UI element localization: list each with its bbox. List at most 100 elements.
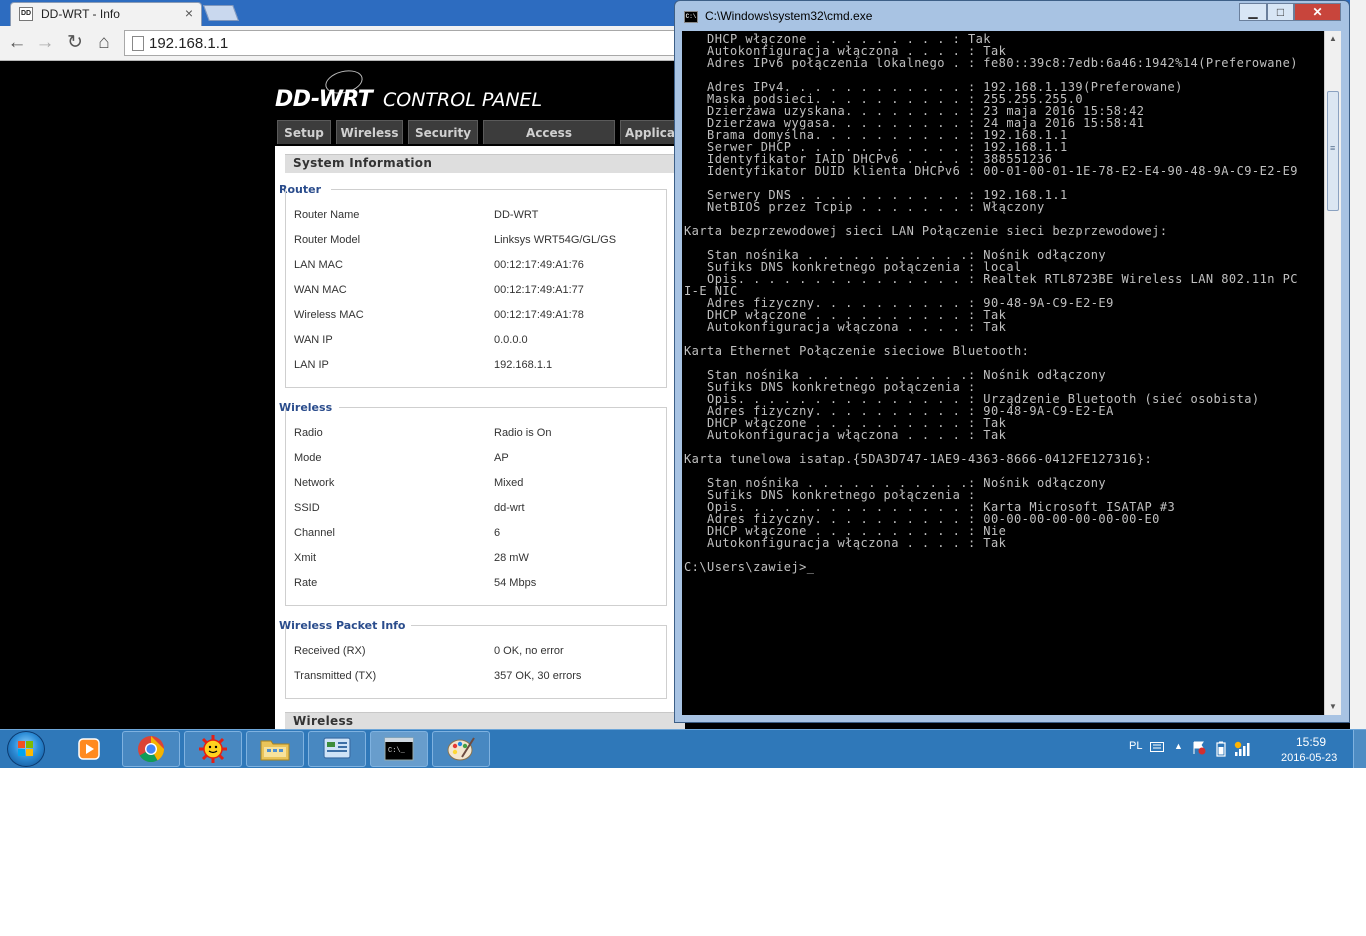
row-value: Radio is On — [494, 427, 552, 439]
console-line: Karta tunelowa isatap.{5DA3D747-1AE9-436… — [684, 452, 1153, 466]
console-line: Karta Ethernet Połączenie sieciowe Bluet… — [684, 344, 1030, 358]
row-value: 00:12:17:49:A1:76 — [494, 259, 584, 271]
console-line: C:\Users\zawiej>_ — [684, 560, 815, 574]
ddwrt-page: DD-WRT CONTROL PANEL Setup Wireless Secu… — [275, 61, 685, 746]
info-row: WAN MAC 00:12:17:49:A1:77 — [294, 284, 654, 300]
row-label: Wireless MAC — [294, 309, 364, 321]
menu-tab-access-restrictions[interactable]: Access Restrictions — [483, 120, 615, 164]
action-center-flag-icon[interactable] — [1192, 741, 1206, 755]
menu-tab-applications[interactable]: Applica — [620, 120, 680, 144]
vertical-scrollbar[interactable]: ▲ ≡ ▼ — [1324, 31, 1341, 715]
folder-icon — [260, 740, 290, 761]
menu-tab-wireless[interactable]: Wireless — [336, 120, 403, 144]
row-label: SSID — [294, 502, 320, 514]
reload-icon[interactable]: ↻ — [64, 32, 86, 54]
console-line: Autokonfiguracja włączona . . . . : Tak — [684, 536, 1007, 550]
row-label: Radio — [294, 427, 323, 439]
back-icon[interactable]: ← — [6, 32, 28, 54]
show-hidden-icons-icon[interactable]: ▲ — [1174, 741, 1183, 751]
row-value: 357 OK, 30 errors — [494, 670, 582, 682]
wireless-box: Radio Radio is On Mode AP Network Mixed SSI… — [285, 407, 667, 606]
row-value: Linksys WRT54G/GL/GS — [494, 234, 617, 246]
tab-title: DD-WRT - Info — [41, 7, 120, 21]
console-line: Karta bezprzewodowej sieci LAN Połączeni… — [684, 224, 1168, 238]
scrollbar-thumb[interactable]: ≡ — [1327, 91, 1339, 211]
browser-tab[interactable]: DD DD-WRT - Info × — [10, 2, 202, 26]
address-bar[interactable]: 192.168.1.1 — [124, 30, 684, 56]
minimize-button[interactable]: ▁ — [1239, 3, 1267, 21]
menu-tab-setup[interactable]: Setup — [277, 120, 331, 144]
new-tab-button[interactable] — [203, 5, 239, 21]
taskbar-weather[interactable] — [184, 731, 242, 767]
taskbar-control-panel[interactable] — [308, 731, 366, 767]
windows-logo-icon — [18, 741, 33, 756]
row-label: Transmitted (TX) — [294, 670, 377, 682]
clock-time[interactable]: 15:59 — [1296, 735, 1326, 749]
taskbar-media-player[interactable] — [60, 731, 118, 767]
console-line: Autokonfiguracja włączona . . . . : Tak — [684, 428, 1007, 442]
start-button[interactable] — [7, 731, 45, 767]
cmd-window[interactable]: C:\ C:\Windows\system32\cmd.exe ▁ □ ✕ DH… — [674, 0, 1350, 723]
taskbar-explorer[interactable] — [246, 731, 304, 767]
chrome-icon — [138, 736, 165, 763]
scroll-up-icon[interactable]: ▲ — [1326, 31, 1340, 47]
content-panel: System Information Router Router Name DD-… — [275, 146, 685, 746]
taskbar-chrome[interactable] — [122, 731, 180, 767]
row-label: LAN MAC — [294, 259, 343, 271]
row-value: 0 OK, no error — [494, 645, 564, 657]
console-line: Identyfikator DUID klienta DHCPv6 : 00-0… — [684, 164, 1298, 178]
console-line: Opis. . . . . . . . . . . . . . . : Real… — [684, 272, 1298, 286]
browser-edge — [1350, 0, 1366, 729]
menu-tab-security[interactable]: Security — [408, 120, 478, 144]
close-button[interactable]: ✕ — [1294, 3, 1341, 21]
system-tray: PL ▲ 15:59 2016-05-23 — [1126, 730, 1366, 768]
cmd-prompt-icon: C:\_ — [384, 737, 414, 761]
ddwrt-logo: DD-WRT CONTROL PANEL — [275, 66, 675, 117]
system-info-title: System Information — [293, 156, 433, 170]
clock-date[interactable]: 2016-05-23 — [1281, 752, 1337, 764]
scroll-down-icon[interactable]: ▼ — [1326, 699, 1340, 715]
info-row: Network Mixed — [294, 477, 654, 493]
row-value: 0.0.0.0 — [494, 334, 528, 346]
info-row: WAN IP 0.0.0.0 — [294, 334, 654, 350]
row-value: 54 Mbps — [494, 577, 537, 589]
taskbar-cmd[interactable]: C:\_ — [370, 731, 428, 767]
info-row: Router Name DD-WRT — [294, 209, 654, 225]
info-row: Xmit 28 mW — [294, 552, 654, 568]
forward-icon[interactable]: → — [34, 32, 56, 54]
keyboard-icon[interactable] — [1150, 742, 1164, 752]
home-icon[interactable]: ⌂ — [93, 32, 115, 54]
info-row: Received (RX) 0 OK, no error — [294, 645, 654, 661]
row-value: Mixed — [494, 477, 524, 489]
router-box: Router Name DD-WRT Router Model Linksys WR… — [285, 189, 667, 388]
address-url[interactable]: 192.168.1.1 — [149, 35, 228, 52]
language-indicator[interactable]: PL — [1129, 740, 1142, 752]
maximize-button[interactable]: □ — [1267, 3, 1294, 21]
desktop-screen: DD DD-WRT - Info × ← → ↻ ⌂ 192.168.1.1 D… — [0, 0, 1366, 768]
console-line: Autokonfiguracja włączona . . . . : Tak — [684, 320, 1007, 334]
console-output[interactable]: DHCP włączone . . . . . . . . . : Tak Au… — [682, 31, 1324, 715]
row-label: Router Name — [294, 209, 360, 221]
network-signal-icon[interactable] — [1234, 741, 1250, 757]
info-row: LAN MAC 00:12:17:49:A1:76 — [294, 259, 654, 275]
taskbar-paint[interactable] — [432, 731, 490, 767]
row-label: Router Model — [294, 234, 361, 246]
cmd-title-bar[interactable]: C:\ C:\Windows\system32\cmd.exe ▁ □ ✕ — [675, 1, 1349, 31]
row-label: Mode — [294, 452, 322, 464]
row-value: DD-WRT — [494, 209, 539, 221]
page-icon — [132, 36, 144, 51]
row-label: Xmit — [294, 552, 316, 564]
row-label: WAN MAC — [294, 284, 347, 296]
window-bottom-edge — [682, 715, 1324, 721]
tab-close-icon[interactable]: × — [185, 6, 193, 20]
svg-text:C:\_: C:\_ — [388, 747, 406, 755]
battery-icon[interactable] — [1216, 741, 1226, 757]
taskbar: C:\_ PL ▲ 15:59 2016-05-23 — [0, 729, 1366, 768]
row-value: AP — [494, 452, 509, 464]
row-label: Rate — [294, 577, 318, 589]
grip-icon: ≡ — [1330, 143, 1336, 153]
show-desktop-button[interactable] — [1353, 730, 1366, 768]
row-value: 00:12:17:49:A1:77 — [494, 284, 584, 296]
info-row: Transmitted (TX) 357 OK, 30 errors — [294, 670, 654, 686]
paint-palette-icon — [447, 737, 475, 761]
